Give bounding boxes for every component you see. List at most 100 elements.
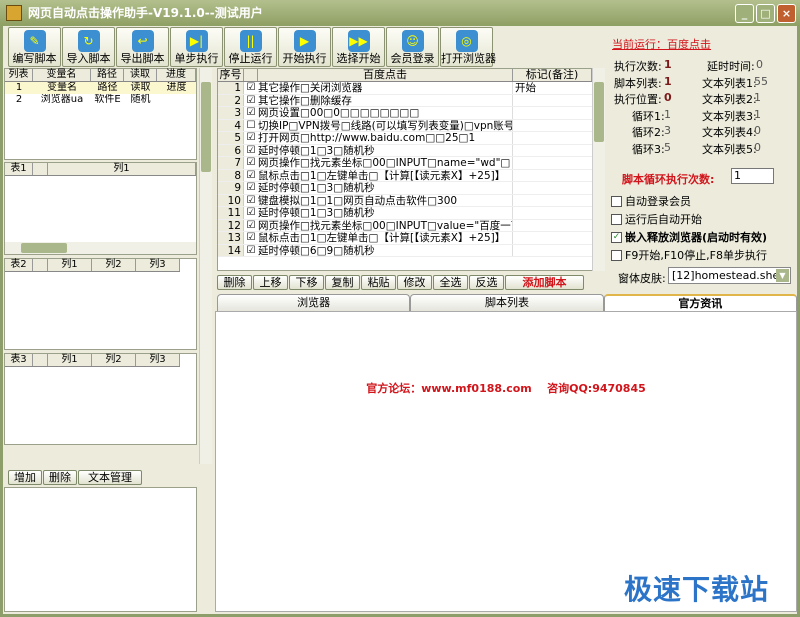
text-button-0[interactable]: 增加	[8, 470, 42, 485]
script-row[interactable]: 11 ☑ 延时停顿□1□3□随机秒	[218, 207, 592, 220]
tab-0[interactable]: 浏览器	[217, 294, 411, 311]
left-vertical-scrollbar[interactable]	[199, 68, 212, 464]
toolbar-button-2[interactable]: ↩ 导出脚本	[116, 27, 169, 67]
grid-button-4[interactable]: 粘贴	[361, 275, 396, 290]
script-row[interactable]: 6 ☑ 延时停顿□1□3□随机秒	[218, 144, 592, 157]
text-area[interactable]	[4, 487, 197, 612]
script-row[interactable]: 2 ☑ 其它操作□删除缓存	[218, 94, 592, 107]
row-checkbox[interactable]: ☑	[244, 195, 258, 207]
column-header[interactable]: 列2	[92, 354, 136, 366]
column-header[interactable]: 列1	[48, 163, 196, 175]
horizontal-scrollbar[interactable]	[5, 242, 196, 254]
script-row[interactable]: 1 ☑ 其它操作□关闭浏览器 开始	[218, 82, 592, 95]
grid-button-2[interactable]: 下移	[289, 275, 324, 290]
row-checkbox[interactable]: ☑	[244, 245, 258, 257]
tab-2[interactable]: 官方资讯	[603, 294, 797, 311]
toolbar-button-1[interactable]: ↻ 导入脚本	[62, 27, 115, 67]
table-row[interactable]: 2 浏览器ua 软件E 随机	[5, 94, 196, 106]
row-checkbox[interactable]: ☑	[244, 132, 258, 144]
row-checkbox[interactable]: ☑	[244, 220, 258, 232]
script-row[interactable]: 10 ☑ 键盘模拟□1□1□网页自动点击软件□300	[218, 194, 592, 207]
row-checkbox[interactable]: ☑	[244, 82, 258, 94]
script-row[interactable]: 8 ☑ 鼠标点击□1□左键单击□【计算[【读元素X】+25]】	[218, 169, 592, 182]
row-checkbox[interactable]: ☑	[244, 95, 258, 107]
column-header[interactable]: 标记(备注)	[513, 69, 592, 81]
column-header[interactable]: 表2	[5, 259, 33, 271]
row-checkbox[interactable]: ☑	[244, 170, 258, 182]
chevron-down-icon[interactable]: ▼	[776, 269, 789, 282]
column-header[interactable]: 列3	[136, 354, 180, 366]
grid-button-5[interactable]: 修改	[397, 275, 432, 290]
column-header[interactable]: 路径	[91, 69, 124, 81]
table-row[interactable]: 1 变量名 路径 读取 进度	[5, 82, 196, 94]
row-checkbox[interactable]: ☑	[244, 157, 258, 169]
checkbox[interactable]	[611, 213, 622, 225]
option-checkbox-1[interactable]: 运行后自动开始	[611, 211, 702, 227]
grid-button-0[interactable]: 删除	[217, 275, 252, 290]
script-row[interactable]: 3 ☑ 网页设置□00□0□□□□□□□□	[218, 107, 592, 120]
table-cell: 软件E	[94, 94, 121, 105]
toolbar-button-5[interactable]: ▶ 开始执行	[278, 27, 331, 67]
column-header[interactable]	[244, 69, 258, 81]
column-header[interactable]: 读取	[124, 69, 157, 81]
column-header[interactable]: 表1	[5, 163, 33, 175]
column-header[interactable]: 进度	[157, 69, 196, 81]
scroll-thumb[interactable]	[594, 82, 604, 142]
column-header[interactable]: 表3	[5, 354, 33, 366]
column-header[interactable]	[33, 259, 48, 271]
column-header[interactable]: 列3	[136, 259, 180, 271]
checkbox[interactable]	[611, 249, 622, 261]
row-checkbox[interactable]: ☑	[244, 232, 258, 244]
grid-button-6[interactable]: 全选	[433, 275, 468, 290]
scroll-thumb[interactable]	[21, 243, 67, 253]
checkbox[interactable]	[611, 195, 622, 207]
script-row[interactable]: 9 ☑ 延时停顿□1□3□随机秒	[218, 182, 592, 195]
script-row[interactable]: 7 ☑ 网页操作□找元素坐标□00□INPUT□name="wd"□	[218, 157, 592, 170]
column-header[interactable]: 百度点击	[258, 69, 513, 81]
script-row[interactable]: 5 ☑ 打开网页□http://www.baidu.com□□25□1	[218, 132, 592, 145]
option-checkbox-3[interactable]: F9开始,F10停止,F8单步执行	[611, 247, 767, 263]
skin-select[interactable]: [12]homestead.she ▼	[668, 267, 791, 284]
text-button-1[interactable]: 删除	[43, 470, 77, 485]
scroll-thumb[interactable]	[201, 82, 211, 172]
add-script-button[interactable]: 添加脚本	[505, 275, 584, 290]
option-checkbox-0[interactable]: 自动登录会员	[611, 193, 691, 209]
toolbar-button-6[interactable]: ▶▶ 选择开始	[332, 27, 385, 67]
toolbar-button-4[interactable]: || 停止运行	[224, 27, 277, 67]
loop-count-input[interactable]: 1	[731, 168, 774, 184]
option-checkbox-2[interactable]: ✓ 嵌入释放浏览器(启动时有效)	[611, 229, 767, 245]
grid-button-3[interactable]: 复制	[325, 275, 360, 290]
column-header[interactable]	[33, 354, 48, 366]
row-checkbox[interactable]: ☐	[244, 120, 258, 132]
row-checkbox[interactable]: ☑	[244, 107, 258, 119]
script-row[interactable]: 4 ☐ 切换IP□VPN拨号□线路(可以填写列表变量)□vpn账号	[218, 119, 592, 132]
grid-button-7[interactable]: 反选	[469, 275, 504, 290]
checkbox[interactable]: ✓	[611, 231, 622, 243]
maximize-button[interactable]: □	[756, 4, 775, 23]
script-row[interactable]: 12 ☑ 网页操作□找元素坐标□00□INPUT□value="百度一下"	[218, 219, 592, 232]
row-checkbox[interactable]: ☑	[244, 145, 258, 157]
column-header[interactable]: 序号	[218, 69, 244, 81]
close-button[interactable]: ×	[777, 4, 796, 23]
toolbar-button-7[interactable]: ☺ 会员登录	[386, 27, 439, 67]
row-checkbox[interactable]: ☑	[244, 182, 258, 194]
column-header[interactable]: 列2	[92, 259, 136, 271]
toolbar-button-8[interactable]: ◎ 打开浏览器	[440, 27, 496, 67]
script-row[interactable]: 14 ☑ 延时停顿□6□9□随机秒	[218, 244, 592, 257]
forum-link[interactable]: 官方论坛：www.mf0188.com	[366, 382, 532, 395]
grid-button-1[interactable]: 上移	[253, 275, 288, 290]
toolbar-button-3[interactable]: ▶| 单步执行	[170, 27, 223, 67]
column-header[interactable]: 列1	[48, 354, 92, 366]
column-header[interactable]: 列表	[5, 69, 33, 81]
tab-1[interactable]: 脚本列表	[410, 294, 604, 311]
row-checkbox[interactable]: ☑	[244, 207, 258, 219]
column-header[interactable]	[33, 163, 48, 175]
column-header[interactable]: 列1	[48, 259, 92, 271]
minimize-button[interactable]: _	[735, 4, 754, 23]
status-label: 执行位置:	[614, 93, 662, 106]
toolbar-button-0[interactable]: ✎ 编写脚本	[8, 27, 61, 67]
column-header[interactable]: 变量名	[33, 69, 91, 81]
grid-vertical-scrollbar[interactable]	[592, 68, 605, 271]
script-row[interactable]: 13 ☑ 鼠标点击□1□左键单击□【计算[【读元素X】+25]】	[218, 232, 592, 245]
text-button-2[interactable]: 文本管理	[78, 470, 142, 485]
